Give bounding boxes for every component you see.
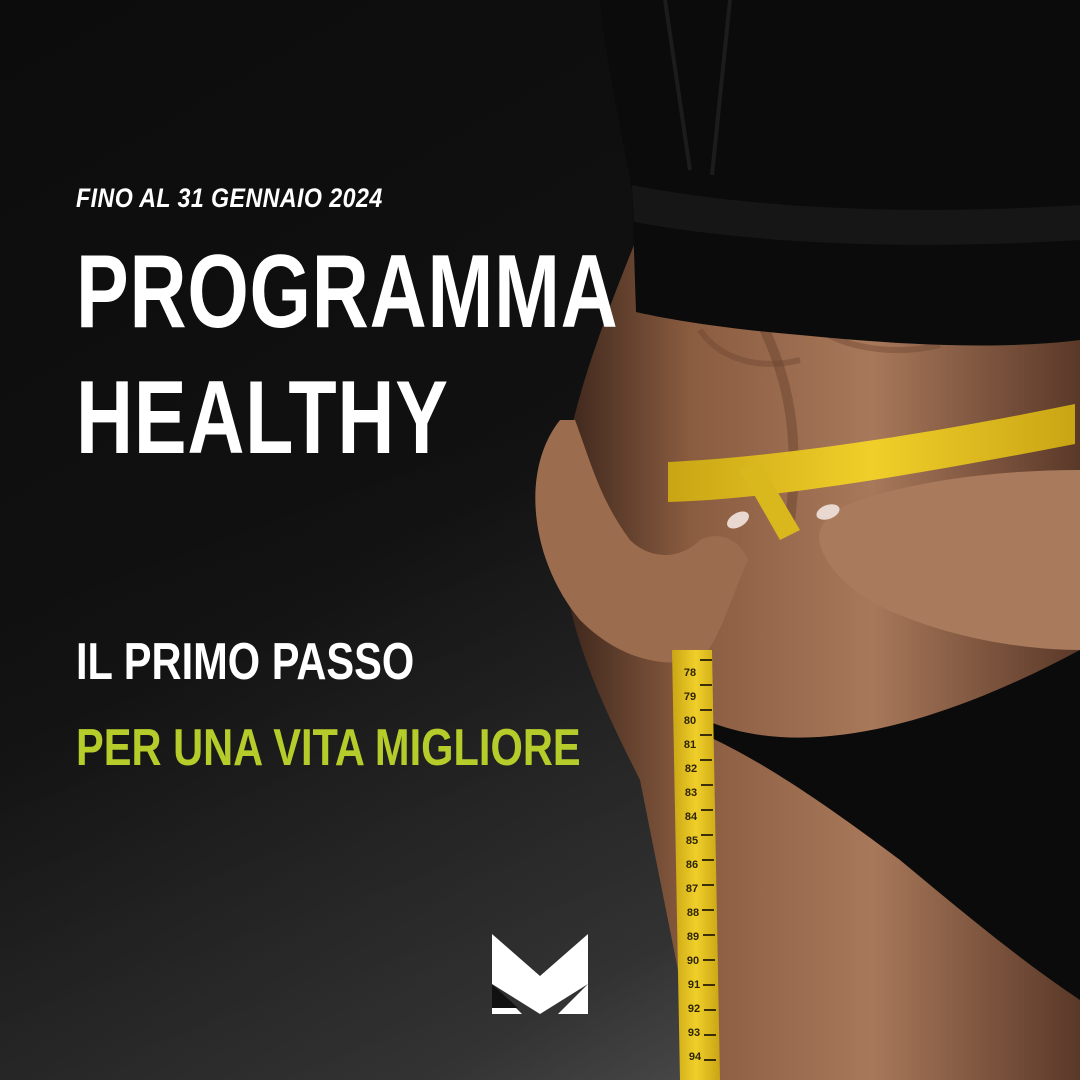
tape-number: 80 <box>684 715 696 727</box>
tagline-line2: PER UNA VITA MIGLIORE <box>76 719 581 777</box>
tape-number: 84 <box>685 811 698 823</box>
page-title-line2: HEALTHY <box>76 360 449 476</box>
tape-number: 94 <box>689 1051 702 1063</box>
tagline-line1: IL PRIMO PASSO <box>76 633 415 691</box>
tape-number: 88 <box>687 907 699 919</box>
m-logo-icon <box>492 934 588 1014</box>
tape-number: 87 <box>686 883 698 895</box>
tape-number: 92 <box>688 1003 700 1015</box>
tape-number: 78 <box>684 667 696 679</box>
tape-number: 79 <box>684 691 696 703</box>
tape-number: 90 <box>687 955 699 967</box>
tape-number: 93 <box>688 1027 700 1039</box>
fitness-photo: 78 79 80 81 82 83 84 85 86 87 88 89 90 9… <box>535 0 1080 1080</box>
tape-number: 89 <box>687 931 699 943</box>
tape-number: 85 <box>686 835 698 847</box>
promo-date: FINO AL 31 GENNAIO 2024 <box>76 183 383 213</box>
tape-number: 91 <box>688 979 700 991</box>
tape-number: 83 <box>685 787 697 799</box>
promo-poster: 78 79 80 81 82 83 84 85 86 87 88 89 90 9… <box>0 0 1080 1080</box>
tape-number: 81 <box>684 739 696 751</box>
tape-number: 86 <box>686 859 698 871</box>
page-title-line1: PROGRAMMA <box>76 234 619 350</box>
tape-number: 82 <box>685 763 697 775</box>
